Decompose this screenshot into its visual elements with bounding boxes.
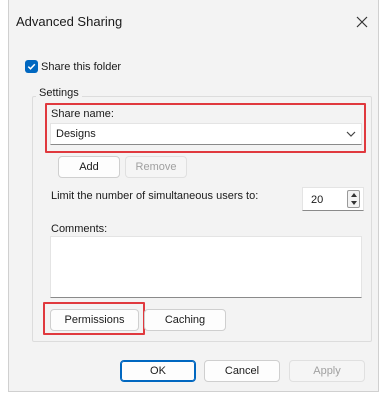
title-bar: Advanced Sharing <box>9 0 378 44</box>
caching-button[interactable]: Caching <box>144 309 226 331</box>
apply-button[interactable]: Apply <box>289 360 365 382</box>
settings-legend: Settings <box>36 87 82 99</box>
dialog-footer: OK Cancel Apply <box>9 347 378 391</box>
triangle-down-icon <box>350 201 357 205</box>
spin-down-button[interactable] <box>348 199 359 207</box>
share-folder-row[interactable]: Share this folder <box>25 60 121 73</box>
add-button-label: Add <box>79 161 99 173</box>
close-button[interactable] <box>348 8 376 36</box>
spin-buttons <box>347 190 360 208</box>
comments-textarea[interactable] <box>50 236 362 298</box>
limit-users-spinner[interactable]: 20 <box>302 187 364 211</box>
apply-button-label: Apply <box>313 365 341 377</box>
limit-users-value: 20 <box>311 194 324 206</box>
share-name-highlight <box>45 103 366 153</box>
ok-button[interactable]: OK <box>120 360 196 382</box>
ok-button-label: OK <box>150 365 166 377</box>
comments-label: Comments: <box>51 223 108 235</box>
cancel-button[interactable]: Cancel <box>204 360 280 382</box>
cancel-button-label: Cancel <box>224 365 260 377</box>
caching-button-label: Caching <box>164 314 206 326</box>
spin-up-button[interactable] <box>348 191 359 199</box>
limit-users-label: Limit the number of simultaneous users t… <box>51 190 259 202</box>
checkmark-icon <box>27 63 36 70</box>
add-button[interactable]: Add <box>58 156 120 178</box>
share-folder-label: Share this folder <box>41 60 122 73</box>
remove-button-label: Remove <box>135 161 177 173</box>
triangle-up-icon <box>350 193 357 197</box>
close-icon <box>356 16 368 28</box>
share-folder-checkbox[interactable] <box>25 60 38 73</box>
permissions-highlight <box>43 302 145 335</box>
advanced-sharing-dialog: Advanced Sharing Share this folder Setti… <box>8 0 379 392</box>
dialog-title: Advanced Sharing <box>16 14 123 29</box>
remove-button[interactable]: Remove <box>125 156 187 178</box>
